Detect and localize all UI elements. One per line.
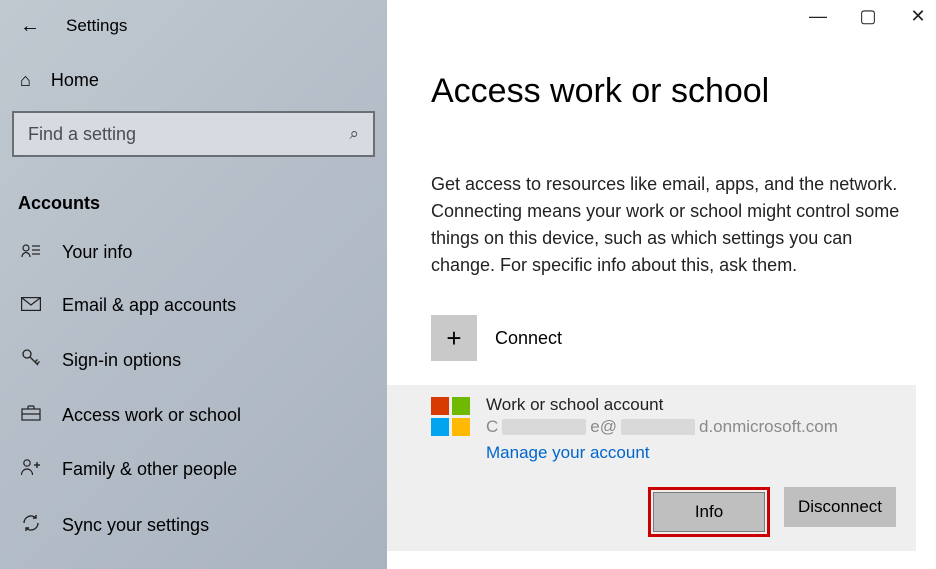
sidebar-nav: Your info Email & app accounts Sign-in o…	[0, 226, 387, 554]
minimize-button[interactable]: —	[808, 6, 828, 27]
mail-icon	[20, 295, 42, 316]
search-placeholder: Find a setting	[28, 124, 349, 145]
sidebar-item-signin[interactable]: Sign-in options	[0, 332, 387, 389]
sidebar-item-family[interactable]: Family & other people	[0, 442, 387, 497]
window-controls: — ▢ ✕	[808, 6, 936, 27]
sidebar-item-sync[interactable]: Sync your settings	[0, 497, 387, 554]
sidebar-item-your-info[interactable]: Your info	[0, 226, 387, 279]
info-button[interactable]: Info	[653, 492, 765, 532]
home-nav-item[interactable]: ⌂ Home	[0, 54, 387, 111]
search-icon: ⌕	[349, 124, 359, 144]
sidebar-item-label: Email & app accounts	[62, 295, 236, 316]
account-card[interactable]: Work or school account Ce@d.onmicrosoft.…	[387, 385, 916, 551]
sidebar-item-label: Family & other people	[62, 459, 237, 480]
disconnect-button[interactable]: Disconnect	[784, 487, 896, 527]
sidebar-item-label: Sign-in options	[62, 350, 181, 371]
page-title: Access work or school	[431, 72, 916, 111]
connect-button[interactable]: + Connect	[431, 315, 916, 361]
connect-label: Connect	[495, 328, 562, 349]
sidebar-item-label: Your info	[62, 242, 132, 263]
close-button[interactable]: ✕	[908, 6, 928, 27]
content-pane: — ▢ ✕ Access work or school Get access t…	[387, 0, 936, 569]
sidebar-header: ← Settings	[0, 10, 387, 54]
page-description: Get access to resources like email, apps…	[431, 171, 916, 279]
sidebar-item-email[interactable]: Email & app accounts	[0, 279, 387, 332]
sidebar-item-work-school[interactable]: Access work or school	[0, 389, 387, 442]
sidebar-item-label: Access work or school	[62, 405, 241, 426]
account-email: Ce@d.onmicrosoft.com	[486, 417, 838, 437]
person-card-icon	[20, 242, 42, 263]
microsoft-logo-icon	[431, 397, 470, 463]
manage-account-link[interactable]: Manage your account	[486, 443, 838, 463]
maximize-button[interactable]: ▢	[858, 6, 878, 27]
home-label: Home	[51, 70, 99, 91]
info-button-highlight: Info	[648, 487, 770, 537]
search-input[interactable]: Find a setting ⌕	[12, 111, 375, 157]
home-icon: ⌂	[20, 70, 31, 91]
sidebar-section-label: Accounts	[0, 165, 387, 226]
plus-icon: +	[431, 315, 477, 361]
sidebar: ← Settings ⌂ Home Find a setting ⌕ Accou…	[0, 0, 387, 569]
back-icon[interactable]: ←	[20, 16, 40, 36]
briefcase-icon	[20, 405, 42, 426]
key-icon	[20, 348, 42, 373]
sidebar-item-label: Sync your settings	[62, 515, 209, 536]
people-icon	[20, 458, 42, 481]
window-title: Settings	[66, 16, 127, 36]
redacted-segment	[502, 419, 586, 435]
redacted-segment	[621, 419, 695, 435]
sync-icon	[20, 513, 42, 538]
account-type-label: Work or school account	[486, 395, 838, 415]
